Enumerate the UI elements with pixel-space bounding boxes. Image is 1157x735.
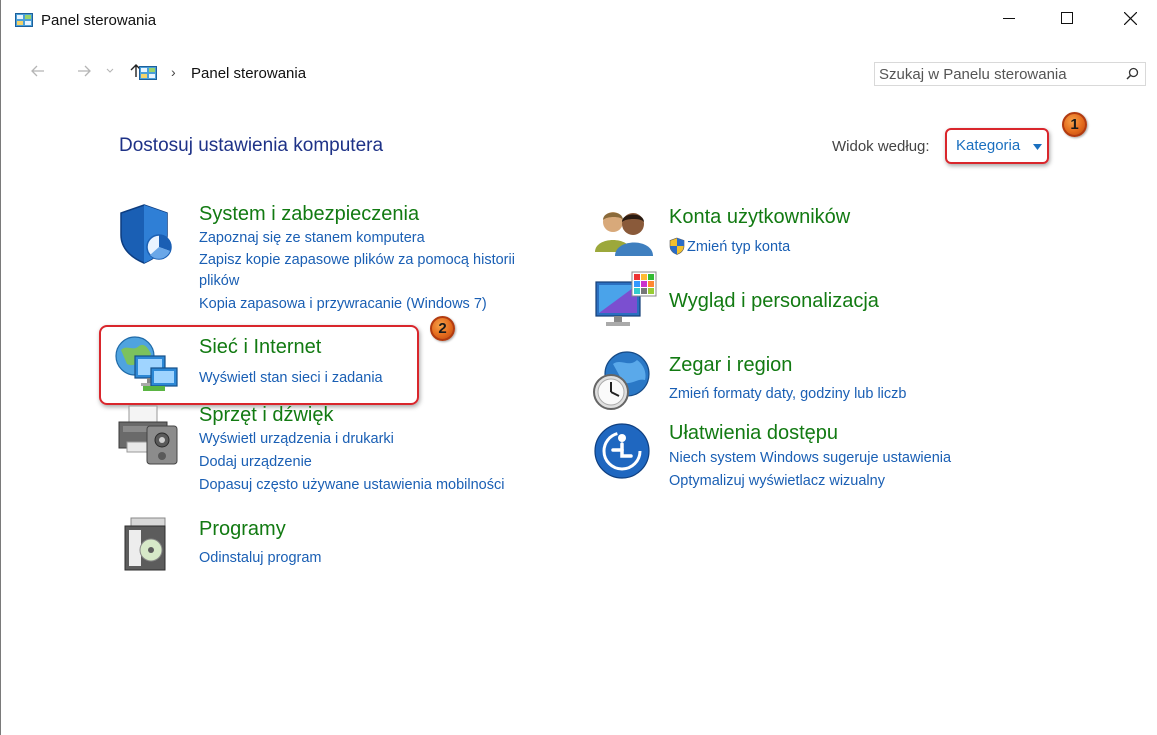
control-panel-icon — [15, 13, 33, 27]
view-by-value[interactable]: Kategoria — [956, 137, 1020, 154]
back-button[interactable] — [29, 63, 47, 79]
users-icon[interactable] — [593, 206, 655, 258]
search-input[interactable] — [879, 65, 1109, 83]
caret-down-icon — [1033, 144, 1042, 150]
link-optimize-visual-display[interactable]: Optymalizuj wyświetlacz wizualny — [669, 473, 885, 489]
category-hardware-sound-title[interactable]: Sprzęt i dźwięk — [199, 404, 334, 427]
link-change-date-formats[interactable]: Zmień formaty daty, godziny lub liczb — [669, 386, 906, 402]
view-by-label: Widok według: — [832, 138, 930, 155]
search-icon[interactable] — [1126, 67, 1139, 80]
category-clock-region-title[interactable]: Zegar i region — [669, 354, 792, 377]
category-network-internet-title[interactable]: Sieć i Internet — [199, 336, 321, 359]
programs-icon[interactable] — [121, 516, 169, 572]
address-bar[interactable]: › Panel sterowania — [129, 59, 976, 85]
link-file-history-backup-cont[interactable]: plików — [199, 273, 239, 289]
breadcrumb-control-panel[interactable]: Panel sterowania — [191, 65, 306, 82]
title-bar[interactable]: Panel sterowania — [1, 0, 1157, 36]
step-badge-2: 2 — [430, 316, 455, 341]
arrow-right-icon — [78, 65, 91, 77]
step-badge-1: 1 — [1062, 112, 1087, 137]
category-appearance-personalization-title[interactable]: Wygląd i personalizacja — [669, 290, 879, 313]
category-system-security-title[interactable]: System i zabezpieczenia — [199, 203, 419, 226]
close-icon — [1123, 11, 1137, 25]
link-windows-suggest-settings[interactable]: Niech system Windows sugeruje ustawienia — [669, 450, 951, 466]
network-globe-icon[interactable] — [113, 334, 181, 394]
view-by-dropdown[interactable]: Kategoria — [945, 128, 1049, 164]
link-review-computer-status[interactable]: Zapoznaj się ze stanem komputera — [199, 230, 425, 246]
link-change-account-type[interactable]: Zmień typ konta — [687, 239, 790, 255]
link-backup-restore-win7[interactable]: Kopia zapasowa i przywracanie (Windows 7… — [199, 296, 487, 312]
forward-button[interactable] — [75, 63, 93, 79]
arrow-left-icon — [31, 65, 44, 77]
link-file-history-backup[interactable]: Zapisz kopie zapasowe plików za pomocą h… — [199, 252, 515, 268]
maximize-button[interactable] — [1044, 0, 1090, 36]
printer-speaker-icon[interactable] — [117, 404, 183, 466]
category-ease-of-access-title[interactable]: Ułatwienia dostępu — [669, 422, 838, 445]
minimize-icon — [1003, 18, 1015, 19]
clock-globe-icon[interactable] — [591, 350, 653, 412]
uac-shield-icon — [669, 237, 685, 255]
recent-locations-button[interactable] — [101, 63, 119, 79]
link-view-devices-printers[interactable]: Wyświetl urządzenia i drukarki — [199, 431, 394, 447]
link-uninstall-program[interactable]: Odinstaluj program — [199, 550, 322, 566]
control-panel-window: Panel sterowania › Panel sterowania Szuk… — [0, 0, 1157, 735]
link-add-device[interactable]: Dodaj urządzenie — [199, 454, 312, 470]
close-button[interactable] — [1107, 0, 1153, 36]
monitor-palette-icon[interactable] — [594, 270, 658, 330]
window-title: Panel sterowania — [41, 12, 157, 29]
page-title: Dostosuj ustawienia komputera — [119, 135, 384, 156]
link-mobility-settings[interactable]: Dopasuj często używane ustawienia mobiln… — [199, 477, 504, 493]
maximize-icon — [1061, 12, 1073, 24]
shield-icon[interactable] — [119, 203, 177, 265]
category-programs-title[interactable]: Programy — [199, 518, 286, 541]
minimize-button[interactable] — [986, 0, 1032, 36]
control-panel-icon — [139, 66, 157, 80]
chevron-down-icon — [106, 68, 114, 73]
link-view-network-status[interactable]: Wyświetl stan sieci i zadania — [199, 370, 383, 386]
ease-of-access-icon[interactable] — [593, 422, 651, 480]
breadcrumb-separator-icon[interactable]: › — [171, 64, 176, 80]
search-box[interactable] — [874, 62, 1146, 86]
category-user-accounts-title[interactable]: Konta użytkowników — [669, 206, 850, 229]
